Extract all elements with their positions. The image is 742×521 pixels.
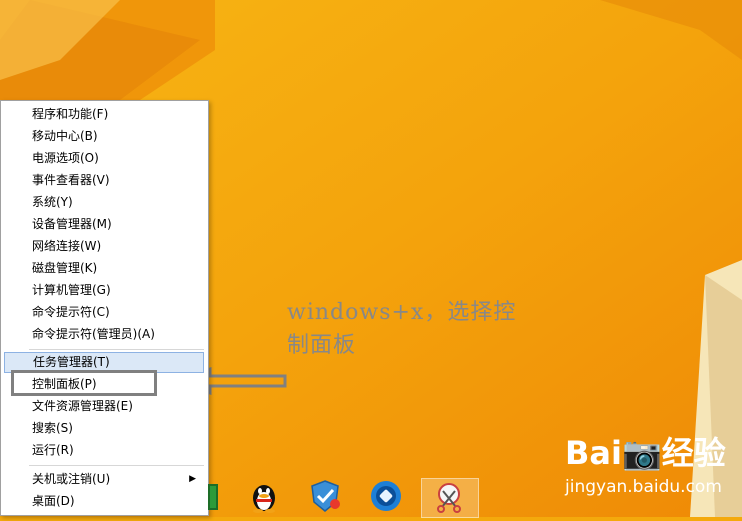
menu-item-mobility-center[interactable]: 移动中心(B)	[4, 126, 204, 147]
watermark-logo: Bai📷经验	[565, 434, 726, 472]
menu-item-system[interactable]: 系统(Y)	[4, 192, 204, 213]
annotation-line-2: 制面板	[287, 333, 357, 358]
menu-item-file-explorer[interactable]: 文件资源管理器(E)	[4, 396, 204, 417]
baidu-watermark: Bai📷经验 jingyan.baidu.com	[565, 435, 726, 497]
annotation-text: windows+x，选择控 制面板	[287, 296, 547, 362]
menu-item-search[interactable]: 搜索(S)	[4, 418, 204, 439]
menu-separator	[29, 349, 204, 350]
browser-icon[interactable]	[368, 478, 404, 514]
menu-item-disk-management[interactable]: 磁盘管理(K)	[4, 258, 204, 279]
menu-item-device-manager[interactable]: 设备管理器(M)	[4, 214, 204, 235]
control-panel-highlight-box	[11, 370, 157, 396]
menu-item-power-options[interactable]: 电源选项(O)	[4, 148, 204, 169]
store-icon[interactable]	[208, 484, 218, 510]
menu-item-programs-features[interactable]: 程序和功能(F)	[4, 104, 204, 125]
snipping-tool-taskbar-button[interactable]	[421, 478, 479, 518]
annotation-line-1: windows+x，选择控	[287, 300, 517, 325]
menu-item-network-connections[interactable]: 网络连接(W)	[4, 236, 204, 257]
menu-item-desktop[interactable]: 桌面(D)	[4, 491, 204, 512]
menu-item-command-prompt-admin[interactable]: 命令提示符(管理员)(A)	[4, 324, 204, 345]
qq-penguin-icon[interactable]	[246, 478, 282, 514]
menu-item-computer-management[interactable]: 计算机管理(G)	[4, 280, 204, 301]
submenu-arrow-icon: ▶	[189, 474, 196, 484]
watermark-url: jingyan.baidu.com	[565, 477, 722, 497]
win-x-menu: 程序和功能(F) 移动中心(B) 电源选项(O) 事件查看器(V) 系统(Y) …	[0, 100, 209, 516]
menu-item-run[interactable]: 运行(R)	[4, 440, 204, 461]
menu-item-command-prompt[interactable]: 命令提示符(C)	[4, 302, 204, 323]
menu-separator	[29, 465, 204, 466]
security-shield-icon[interactable]	[307, 478, 343, 514]
menu-item-event-viewer[interactable]: 事件查看器(V)	[4, 170, 204, 191]
menu-item-shutdown-signout[interactable]: 关机或注销(U) ▶	[4, 469, 204, 490]
snipping-tool-icon	[437, 483, 461, 513]
menu-item-shutdown-label: 关机或注销(U)	[32, 472, 111, 486]
